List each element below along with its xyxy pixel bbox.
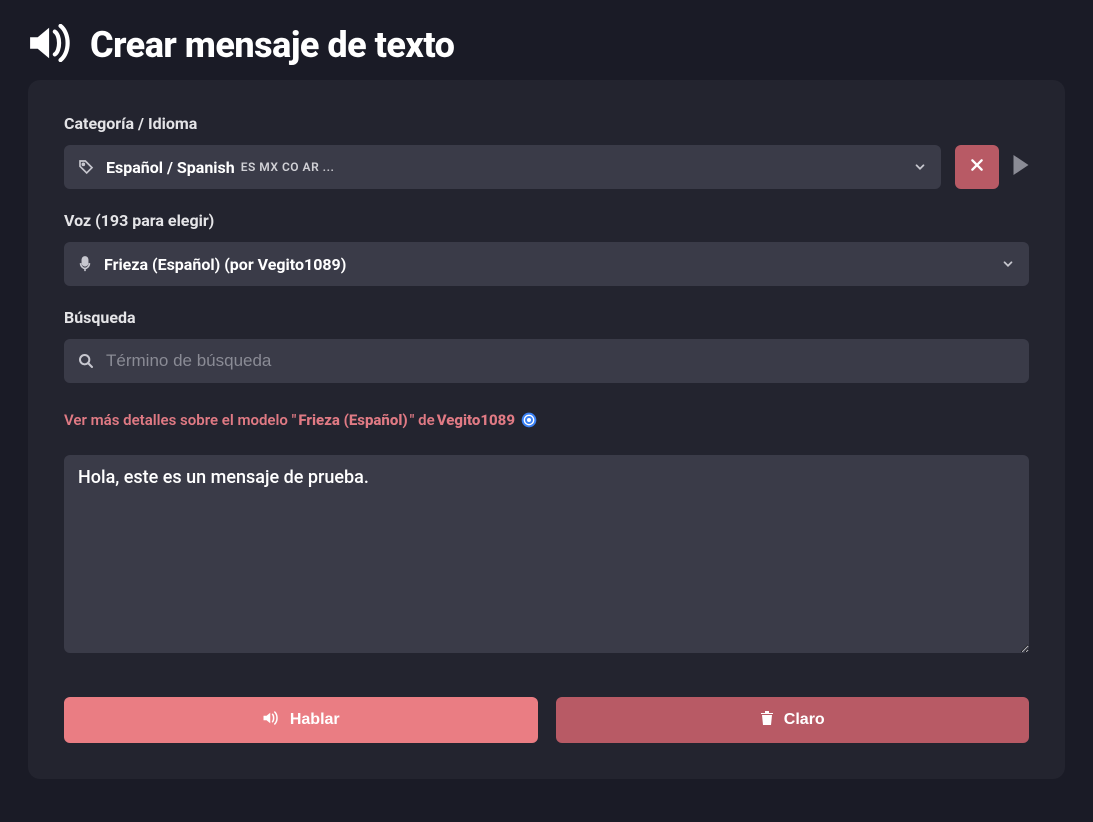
search-input[interactable] — [106, 351, 1015, 371]
model-details-link[interactable]: Ver más detalles sobre el modelo "Frieza… — [64, 411, 1029, 429]
form-card: Categoría / Idioma Español / Spanish ES … — [28, 80, 1065, 779]
category-label: Categoría / Idioma — [64, 114, 1029, 133]
speaker-icon — [28, 24, 74, 66]
search-label: Búsqueda — [64, 308, 1029, 327]
chevron-down-icon — [913, 160, 927, 174]
voice-value: Frieza (Español) (por Vegito1089) — [104, 255, 346, 274]
category-select[interactable]: Español / Spanish ES MX CO AR ... — [64, 145, 941, 189]
close-icon — [969, 157, 985, 177]
voice-select[interactable]: Frieza (Español) (por Vegito1089) — [64, 242, 1029, 286]
next-caret-button[interactable] — [1013, 155, 1029, 179]
category-value: Español / Spanish — [106, 158, 235, 177]
microphone-icon — [78, 256, 92, 272]
speak-button[interactable]: Hablar — [64, 697, 538, 743]
speak-button-label: Hablar — [290, 711, 340, 729]
search-icon — [78, 353, 94, 369]
clear-button-label: Claro — [784, 711, 825, 729]
page-header: Crear mensaje de texto — [28, 24, 1065, 66]
clear-button[interactable]: Claro — [556, 697, 1030, 743]
search-input-wrap — [64, 339, 1029, 383]
message-textarea[interactable] — [64, 455, 1029, 653]
category-row: Español / Spanish ES MX CO AR ... — [64, 145, 1029, 189]
search-group: Búsqueda — [64, 308, 1029, 383]
chevron-down-icon — [1001, 257, 1015, 271]
voice-label: Voz (193 para elegir) — [64, 211, 1029, 230]
details-mid: " de — [410, 411, 435, 429]
voice-group: Voz (193 para elegir) Frieza (Español) (… — [64, 211, 1029, 286]
button-row: Hablar Claro — [64, 697, 1029, 743]
speaker-small-icon — [262, 710, 280, 731]
details-prefix: Ver más detalles sobre el modelo " — [64, 411, 296, 429]
category-subvalue: ES MX CO AR ... — [241, 160, 335, 174]
trash-icon — [760, 710, 774, 731]
clear-category-button[interactable] — [955, 145, 999, 189]
tag-icon — [78, 159, 94, 175]
details-model: Frieza (Español) — [298, 411, 407, 429]
page-title: Crear mensaje de texto — [90, 24, 454, 66]
verified-badge-icon — [521, 412, 537, 428]
play-icon — [1013, 155, 1029, 179]
details-author: Vegito1089 — [437, 411, 515, 429]
page-root: Crear mensaje de texto Categoría / Idiom… — [0, 0, 1093, 803]
